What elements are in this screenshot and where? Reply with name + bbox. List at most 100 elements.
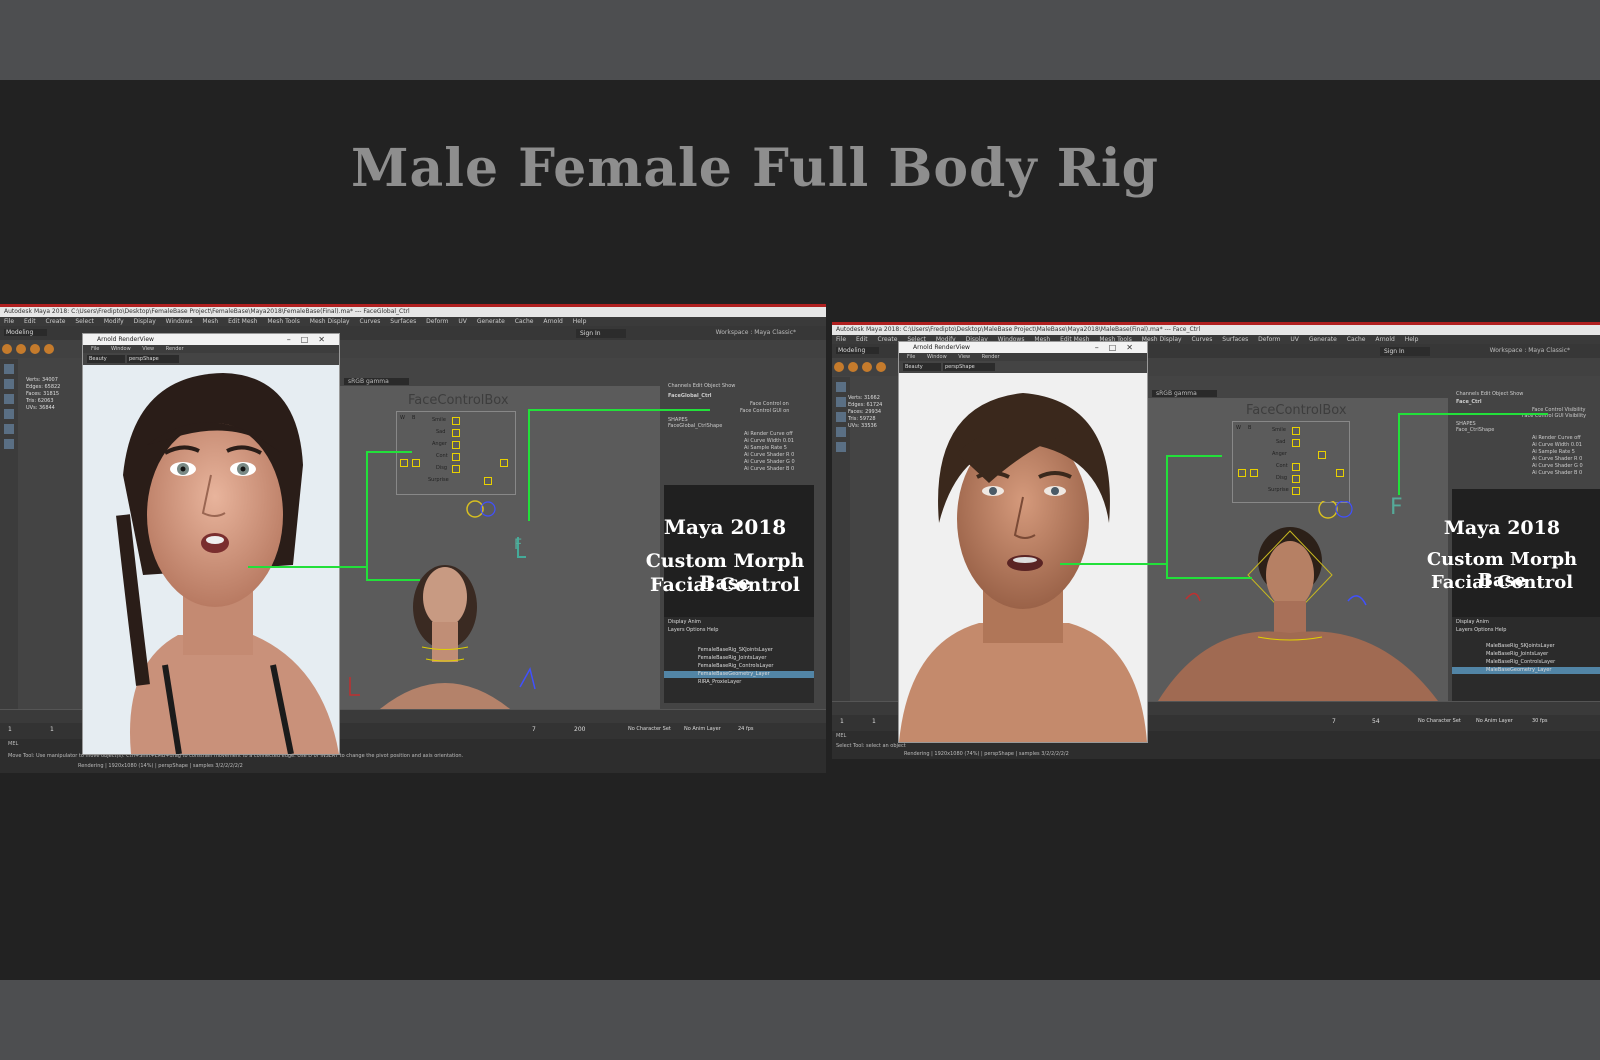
slider-handle[interactable] xyxy=(1292,439,1300,447)
range-min[interactable]: 1 xyxy=(872,718,876,725)
slider-handle[interactable] xyxy=(452,453,460,461)
fps-dropdown[interactable]: 30 fps xyxy=(1532,718,1548,724)
sign-in-button[interactable]: Sign In xyxy=(576,329,626,338)
rotate-tool-icon[interactable] xyxy=(4,424,14,434)
rv-menu-view[interactable]: View xyxy=(958,354,970,360)
slider-handle[interactable] xyxy=(1318,451,1326,459)
layer-row-selected[interactable]: FemaleBaseGeometry_Layer xyxy=(664,671,814,678)
shelf-sphere-icon[interactable] xyxy=(2,344,12,354)
workspace-selector[interactable]: Workspace : Maya Classic* xyxy=(716,329,796,336)
gamma-dropdown[interactable]: sRGB gamma xyxy=(1152,390,1217,397)
slider-handle[interactable] xyxy=(452,429,460,437)
select-tool-icon[interactable] xyxy=(4,364,14,374)
channels-menu[interactable]: Channels Edit Object Show xyxy=(668,383,735,389)
camera-dropdown[interactable]: perspShape xyxy=(943,363,995,371)
slider-handle[interactable] xyxy=(452,441,460,449)
shape-attr[interactable]: Ai Curve Shader B 0 xyxy=(744,466,794,472)
shelf-sphere-icon[interactable] xyxy=(876,362,886,372)
shelf-sphere-icon[interactable] xyxy=(834,362,844,372)
shelf-sphere-icon[interactable] xyxy=(848,362,858,372)
slider-handle[interactable] xyxy=(1292,463,1300,471)
aov-dropdown[interactable]: Beauty xyxy=(903,363,941,371)
shape-attr[interactable]: Ai Curve Shader G 0 xyxy=(1532,463,1583,469)
select-tool-icon[interactable] xyxy=(836,382,846,392)
shape-attr[interactable]: Ai Curve Shader R 0 xyxy=(744,452,794,458)
mode-dropdown[interactable]: Modeling xyxy=(836,347,880,354)
range-max[interactable]: 7 xyxy=(1332,718,1336,725)
menu-cache[interactable]: Cache xyxy=(1347,336,1366,343)
fps-dropdown[interactable]: 24 fps xyxy=(738,726,754,732)
viewport-persp[interactable]: sRGB gamma FaceControlBox W B Smile Sad … xyxy=(340,377,660,709)
shelf-sphere-icon[interactable] xyxy=(862,362,872,372)
layer-row[interactable]: MaleBaseRig_ControlsLayer xyxy=(1452,659,1600,666)
mel-label[interactable]: MEL xyxy=(836,733,846,739)
layer-row-selected[interactable]: MaleBaseGeometry_Layer xyxy=(1452,667,1600,674)
menu-mesh[interactable]: Mesh xyxy=(202,318,218,325)
layer-row[interactable]: MaleBaseRig_SKJointsLayer xyxy=(1452,643,1600,650)
sign-in-button[interactable]: Sign In xyxy=(1380,347,1430,356)
rv-menu-file[interactable]: File xyxy=(91,346,99,352)
character-set[interactable]: No Character Set xyxy=(1418,718,1461,724)
menu-create[interactable]: Create xyxy=(46,318,66,325)
viewport-persp[interactable]: sRGB gamma FaceControlBox W B Smile Sad … xyxy=(1148,389,1448,701)
rv-menu-window[interactable]: Window xyxy=(927,354,947,360)
menu-windows[interactable]: Windows xyxy=(166,318,193,325)
menu-edit-mesh[interactable]: Edit Mesh xyxy=(228,318,257,325)
layer-row[interactable]: FemaleBaseRig_SKJointsLayer xyxy=(664,647,814,654)
rv-menu-render[interactable]: Render xyxy=(166,346,184,352)
menu-curves[interactable]: Curves xyxy=(360,318,381,325)
channel-attr[interactable]: Face Control GUI on xyxy=(740,408,789,414)
slider-handle[interactable] xyxy=(1336,469,1344,477)
anim-layer[interactable]: No Anim Layer xyxy=(684,726,721,732)
menu-deform[interactable]: Deform xyxy=(1258,336,1280,343)
slider-handle[interactable] xyxy=(452,465,460,473)
channels-menu[interactable]: Channels Edit Object Show xyxy=(1456,391,1523,397)
shape-attr[interactable]: Ai Sample Rate 5 xyxy=(744,445,787,451)
slider-handle[interactable] xyxy=(400,459,408,467)
slider-handle[interactable] xyxy=(500,459,508,467)
range-start[interactable]: 1 xyxy=(840,718,844,725)
shelf-sphere-icon[interactable] xyxy=(30,344,40,354)
menu-arnold[interactable]: Arnold xyxy=(543,318,562,325)
rv-menu-view[interactable]: View xyxy=(142,346,154,352)
paint-tool-icon[interactable] xyxy=(836,412,846,422)
menu-help[interactable]: Help xyxy=(573,318,587,325)
range-end[interactable]: 200 xyxy=(574,726,585,733)
range-end[interactable]: 54 xyxy=(1372,718,1380,725)
face-control-f-icon[interactable]: F xyxy=(1390,495,1403,520)
menu-surfaces[interactable]: Surfaces xyxy=(1222,336,1248,343)
slider-handle[interactable] xyxy=(1250,469,1258,477)
shape-node[interactable]: Face_CtrlShape xyxy=(1456,427,1494,433)
slider-handle[interactable] xyxy=(1292,475,1300,483)
menu-mesh-display[interactable]: Mesh Display xyxy=(310,318,350,325)
mode-dropdown[interactable]: Modeling xyxy=(4,329,48,336)
window-controls[interactable]: –□✕ xyxy=(287,334,335,345)
menu-file[interactable]: File xyxy=(836,336,846,343)
lasso-tool-icon[interactable] xyxy=(836,397,846,407)
shape-attr[interactable]: Ai Curve Width 0.01 xyxy=(744,438,794,444)
shape-attr[interactable]: Ai Render Curve off xyxy=(744,431,793,437)
layer-row[interactable]: FemaleBaseRig_JointsLayer xyxy=(664,655,814,662)
lasso-tool-icon[interactable] xyxy=(4,379,14,389)
gamma-dropdown[interactable]: sRGB gamma xyxy=(344,378,409,385)
range-max[interactable]: 7 xyxy=(532,726,536,733)
camera-dropdown[interactable]: perspShape xyxy=(127,355,179,363)
menu-arnold[interactable]: Arnold xyxy=(1375,336,1394,343)
layer-row[interactable]: RIRA_ProxieLayer xyxy=(664,679,814,686)
face-control-box[interactable] xyxy=(1232,421,1350,503)
layer-tabs[interactable]: Display Anim xyxy=(668,619,701,625)
menu-select[interactable]: Select xyxy=(75,318,94,325)
slider-handle[interactable] xyxy=(412,459,420,467)
anim-layer[interactable]: No Anim Layer xyxy=(1476,718,1513,724)
range-min[interactable]: 1 xyxy=(50,726,54,733)
shape-attr[interactable]: Ai Curve Shader G 0 xyxy=(744,459,795,465)
layer-row[interactable]: FemaleBaseRig_ControlsLayer xyxy=(664,663,814,670)
character-set[interactable]: No Character Set xyxy=(628,726,671,732)
menu-create[interactable]: Create xyxy=(878,336,898,343)
shelf-sphere-icon[interactable] xyxy=(16,344,26,354)
channel-attr[interactable]: Face Control on xyxy=(750,401,789,407)
layer-menu[interactable]: Layers Options Help xyxy=(1456,627,1506,633)
menu-generate[interactable]: Generate xyxy=(1309,336,1337,343)
shape-attr[interactable]: Ai Curve Width 0.01 xyxy=(1532,442,1582,448)
shape-attr[interactable]: Ai Curve Shader R 0 xyxy=(1532,456,1582,462)
